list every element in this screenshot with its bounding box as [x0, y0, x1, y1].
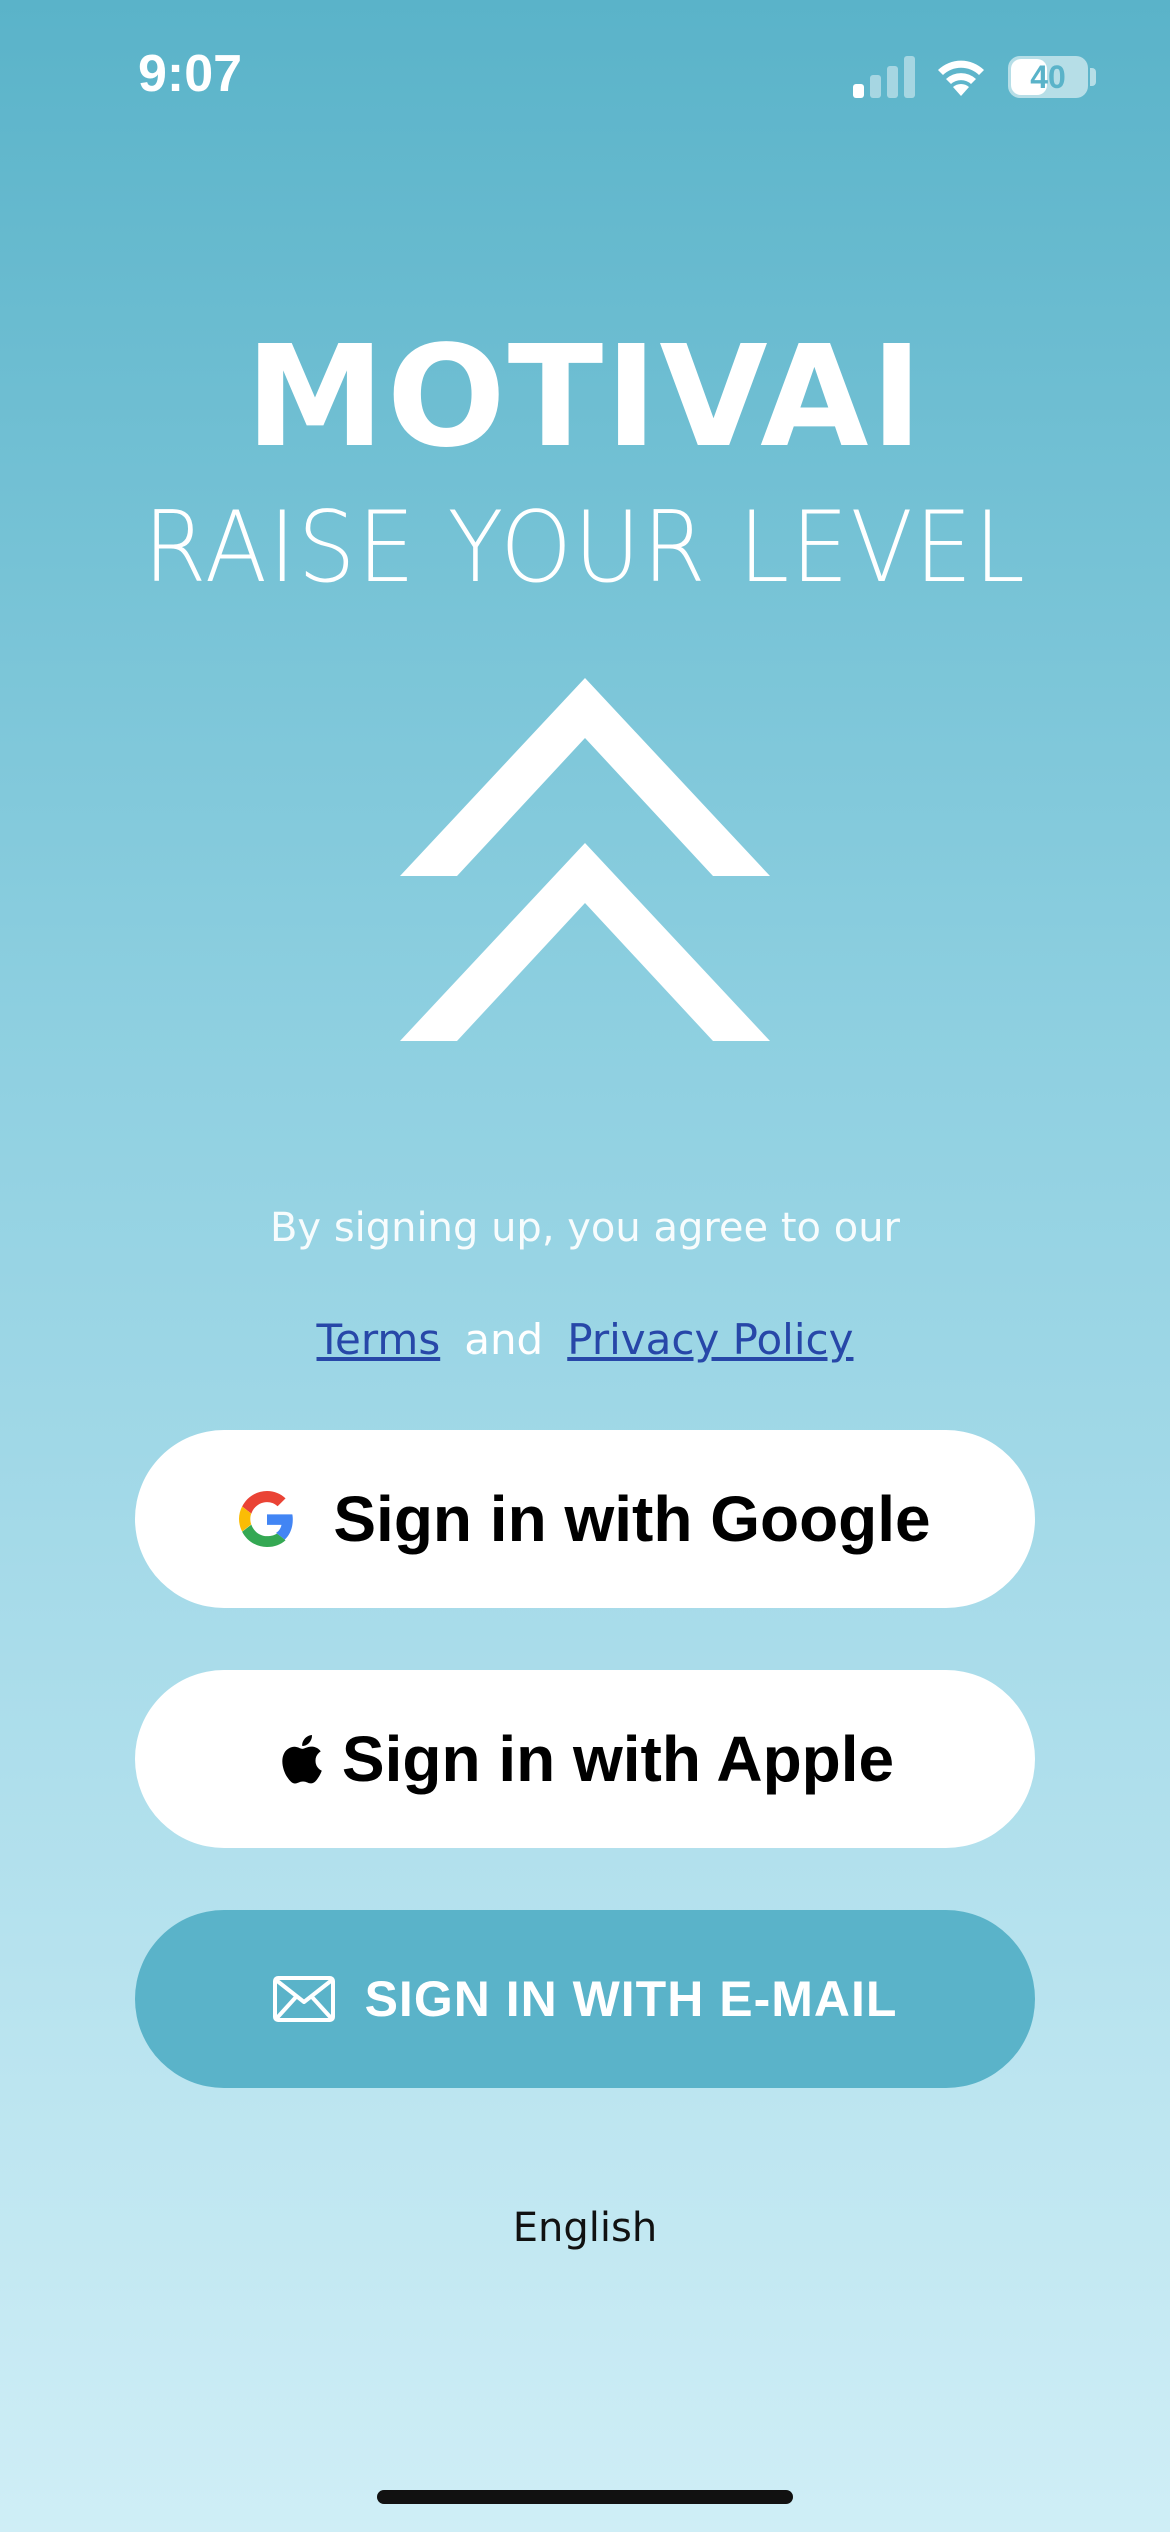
status-bar: 9:07 40 [0, 0, 1170, 150]
cellular-signal-icon [853, 56, 915, 98]
sign-in-email-button[interactable]: SIGN IN WITH E-MAIL [135, 1910, 1035, 2088]
battery-level: 40 [1030, 59, 1066, 95]
status-time: 9:07 [138, 45, 243, 103]
legal-links: Terms and Privacy Policy [0, 1315, 1170, 1364]
legal-conjunction: and [464, 1315, 544, 1364]
home-indicator[interactable] [377, 2490, 793, 2504]
apple-button-label: Sign in with Apple [341, 1723, 895, 1795]
double-chevron-up-icon [400, 678, 770, 1041]
legal-text: By signing up, you agree to our [269, 1205, 901, 1251]
terms-link[interactable]: Terms [317, 1315, 441, 1364]
apple-logo-icon [282, 1734, 322, 1784]
google-button-label: Sign in with Google [333, 1483, 931, 1555]
battery-nub [1090, 68, 1096, 86]
email-button-label: SIGN IN WITH E-MAIL [364, 1971, 898, 2027]
app-title: MOTIVAI [245, 316, 925, 479]
sign-in-apple-button[interactable]: Sign in with Apple [135, 1670, 1035, 1848]
language-selector[interactable]: English [0, 2205, 1170, 2251]
envelope-icon [272, 1976, 335, 2022]
google-logo-icon [239, 1491, 294, 1547]
sign-in-google-button[interactable]: Sign in with Google [135, 1430, 1035, 1608]
battery-icon: 40 [1008, 56, 1088, 98]
privacy-policy-link[interactable]: Privacy Policy [567, 1315, 853, 1364]
wifi-icon [938, 60, 984, 96]
app-tagline: RAISE YOUR LEVEL [143, 491, 1027, 605]
